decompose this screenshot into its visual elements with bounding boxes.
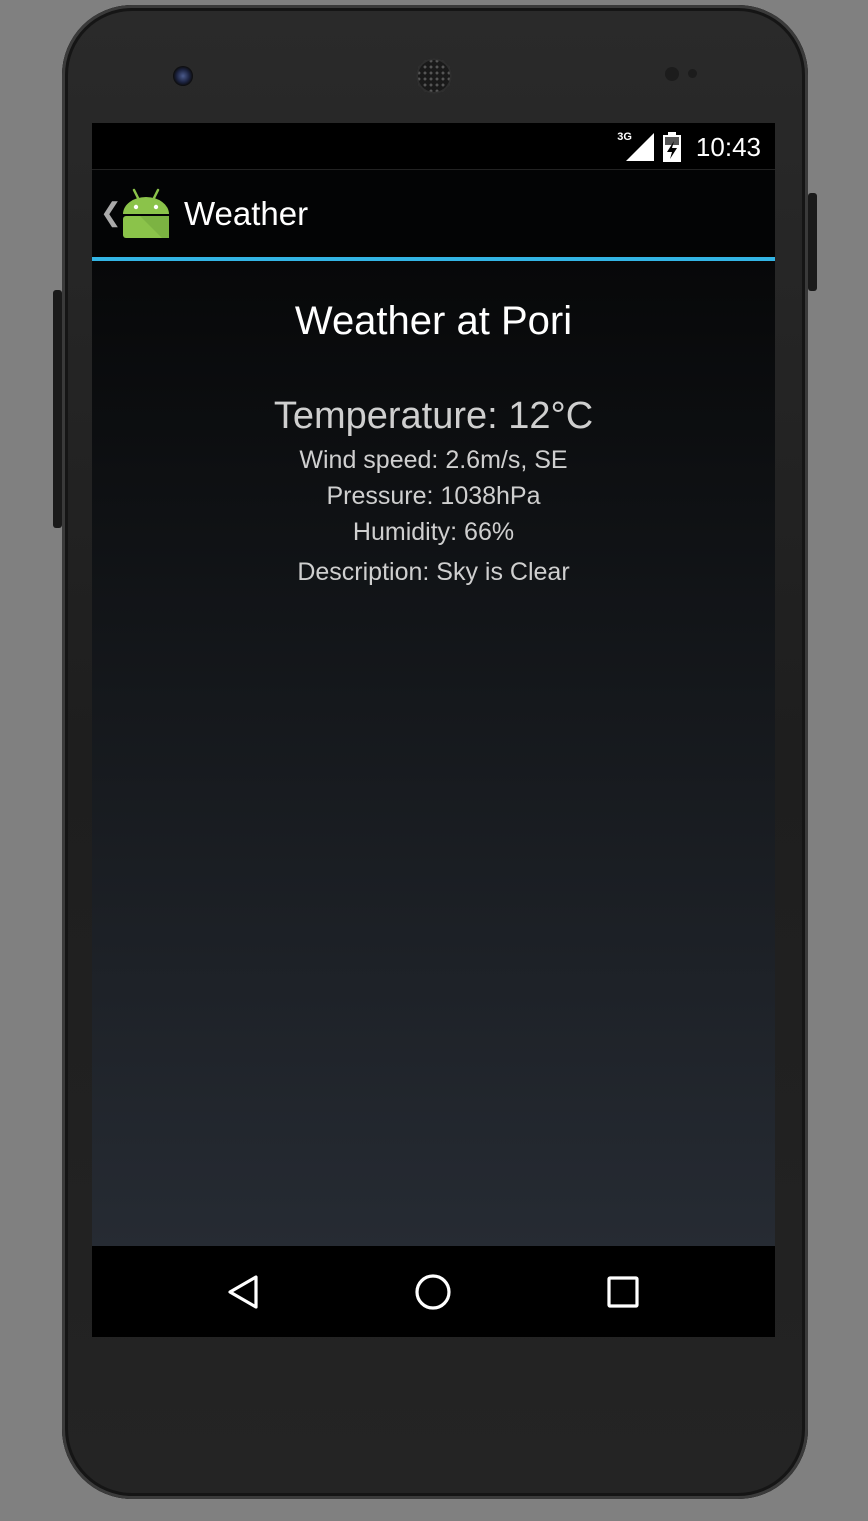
earpiece-speaker: [416, 58, 452, 94]
power-button: [53, 290, 62, 528]
light-sensor: [688, 69, 697, 78]
android-robot-icon: [123, 188, 169, 238]
weather-heading: Weather at Pori: [294, 299, 573, 343]
back-triangle-icon[interactable]: [224, 1272, 264, 1312]
front-camera: [173, 66, 193, 86]
network-type: 3G: [617, 131, 632, 143]
temperature-text: Temperature: 12°C: [273, 395, 594, 437]
humidity-text: Humidity: 66%: [352, 518, 515, 546]
action-bar: ❮ Weather: [92, 170, 775, 261]
description-text: Description: Sky is Clear: [297, 558, 570, 586]
home-circle-icon[interactable]: [413, 1272, 453, 1312]
screen: 3G 10:43 ❮ Weather Weather at Pori Tempe…: [92, 123, 775, 1337]
wind-speed-text: Wind speed: 2.6m/s, SE: [299, 446, 568, 474]
recents-square-icon[interactable]: [603, 1272, 643, 1312]
action-bar-title: Weather: [184, 195, 309, 232]
proximity-sensor: [665, 67, 679, 81]
status-bar: 3G 10:43: [92, 123, 775, 170]
navigation-bar: [92, 1246, 775, 1337]
chevron-left-icon: ❮: [100, 197, 122, 227]
volume-button: [808, 193, 817, 291]
battery-charging-icon: [662, 132, 681, 162]
pressure-text: Pressure: 1038hPa: [326, 482, 541, 510]
clock: 10:43: [695, 131, 761, 162]
weather-content: Weather at Pori Temperature: 12°C Wind s…: [92, 261, 775, 1246]
